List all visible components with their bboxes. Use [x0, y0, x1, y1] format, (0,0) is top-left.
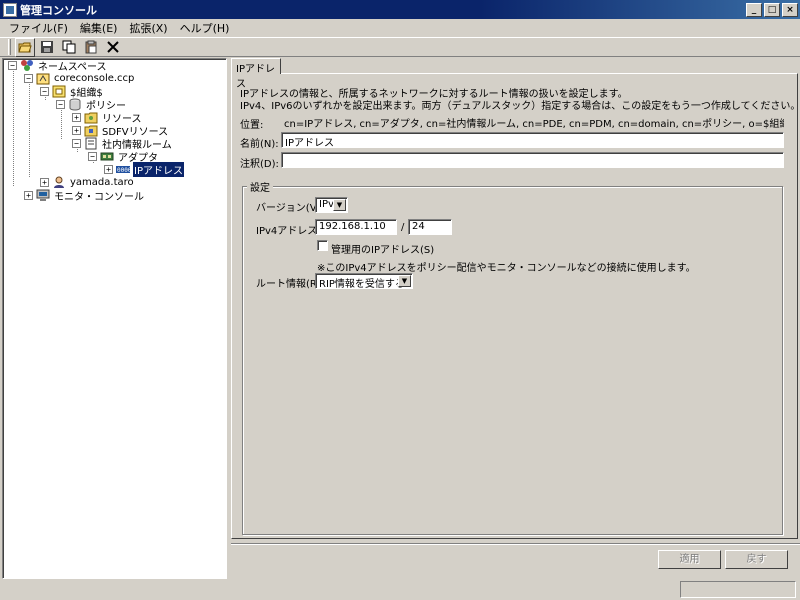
route-info-select[interactable]: RIP情報を受信する ▼ — [315, 273, 413, 290]
collapse-icon[interactable]: − — [8, 61, 17, 70]
expand-icon[interactable]: + — [72, 126, 81, 135]
maximize-button[interactable]: □ — [764, 2, 780, 17]
position-label: 位置: — [240, 120, 264, 131]
menu-extend[interactable]: 拡張(X) — [124, 19, 172, 37]
settings-group-title: 設定 — [247, 179, 273, 194]
save-icon — [41, 41, 53, 53]
delete-icon — [107, 41, 119, 53]
tree-node-monitor[interactable]: + モニタ・コンソール — [24, 189, 145, 203]
toolbar — [0, 37, 800, 57]
ip-address-icon: 0000 — [116, 163, 132, 176]
expand-icon[interactable]: + — [40, 178, 49, 187]
management-ip-checkbox[interactable] — [317, 240, 328, 251]
ipv4-address-input[interactable]: 192.168.1.10 — [315, 219, 397, 235]
network-adapter-icon — [100, 150, 114, 163]
dropdown-arrow-icon[interactable]: ▼ — [333, 199, 346, 211]
route-info-select-value: RIP情報を受信する — [319, 279, 405, 290]
tree-label: yamada.taro — [70, 177, 134, 188]
tree-label-selected: IPアドレス — [133, 162, 184, 177]
namespace-icon — [20, 59, 34, 72]
close-button[interactable]: × — [782, 2, 798, 17]
status-panel — [680, 581, 796, 598]
note-input[interactable] — [281, 152, 784, 168]
namespace-tree[interactable]: − ネームスペース − coreconsole.ccp − $組織$ − ポリシ… — [2, 58, 227, 579]
apply-button[interactable]: 適用 — [658, 550, 721, 569]
tree-node-namespace[interactable]: − ネームスペース — [8, 59, 108, 73]
menu-file[interactable]: ファイル(F) — [4, 19, 73, 37]
prefix-separator: / — [401, 222, 405, 233]
menu-bar: ファイル(F) 編集(E) 拡張(X) ヘルプ(H) — [0, 19, 800, 37]
copy-button[interactable] — [59, 38, 79, 57]
note-label: 注釈(D): — [240, 159, 279, 170]
delete-button[interactable] — [103, 38, 123, 57]
copy-icon — [62, 40, 76, 54]
toolbar-grip[interactable] — [8, 39, 11, 55]
settings-group — [242, 186, 783, 535]
expand-icon[interactable]: + — [24, 191, 33, 200]
app-icon — [3, 2, 17, 17]
resource-folder-icon — [84, 111, 98, 124]
monitor-console-icon — [36, 189, 50, 202]
collapse-icon[interactable]: − — [88, 152, 97, 161]
svg-text:0000: 0000 — [117, 167, 130, 174]
organization-icon — [52, 85, 66, 98]
name-label: 名前(N): — [240, 139, 279, 150]
bottom-separator — [231, 543, 800, 545]
version-select[interactable]: IPv4 ▼ — [315, 197, 348, 213]
window-title: 管理コンソール — [20, 3, 97, 17]
name-input[interactable]: IPアドレス — [281, 132, 784, 148]
tree-label: モニタ・コンソール — [54, 192, 144, 203]
paste-button[interactable] — [81, 38, 101, 57]
collapse-icon[interactable]: − — [24, 74, 33, 83]
tab-ip-address[interactable]: IPアドレス — [231, 58, 281, 90]
description-line-2: IPv4、IPv6のいずれかを設定出来ます。両方（デュアルスタック）指定する場合… — [240, 101, 800, 112]
menu-edit[interactable]: 編集(E) — [75, 19, 123, 37]
tree-label: ネームスペース — [38, 62, 107, 73]
title-bar[interactable]: 管理コンソール _ □ × — [0, 0, 800, 19]
tree-label: coreconsole.ccp — [54, 73, 135, 84]
expand-icon[interactable]: + — [72, 113, 81, 122]
save-button[interactable] — [37, 38, 57, 57]
open-folder-icon — [18, 42, 32, 53]
dropdown-arrow-icon[interactable]: ▼ — [398, 275, 411, 287]
collapse-icon[interactable]: − — [72, 139, 81, 148]
management-ip-note: ※このIPv4アドレスをポリシー配信やモニタ・コンソールなどの接続に使用します。 — [317, 263, 696, 274]
policy-database-icon — [68, 98, 82, 111]
collapse-icon[interactable]: − — [40, 87, 49, 96]
sdfv-folder-icon — [84, 124, 98, 137]
menu-help[interactable]: ヘルプ(H) — [175, 19, 235, 37]
console-file-icon — [36, 72, 50, 85]
tree-node-ipaddress[interactable]: + 0000 IPアドレス — [104, 162, 184, 177]
route-info-label: ルート情報(R): — [256, 279, 325, 290]
open-button[interactable] — [15, 37, 35, 57]
room-icon — [84, 137, 98, 150]
paste-icon — [85, 40, 97, 54]
management-ip-label[interactable]: 管理用のIPアドレス(S) — [331, 241, 434, 256]
prefix-length-input[interactable]: 24 — [408, 219, 452, 235]
collapse-icon[interactable]: − — [56, 100, 65, 109]
ipv4-label: IPv4アドレス: — [256, 226, 321, 237]
expand-icon[interactable]: + — [104, 165, 113, 174]
minimize-button[interactable]: _ — [746, 2, 762, 17]
version-label: バージョン(V): — [256, 203, 324, 214]
revert-button[interactable]: 戻す — [725, 550, 788, 569]
position-field: cn=IPアドレス, cn=アダプタ, cn=社内情報ルーム, cn=PDE, … — [284, 119, 784, 129]
